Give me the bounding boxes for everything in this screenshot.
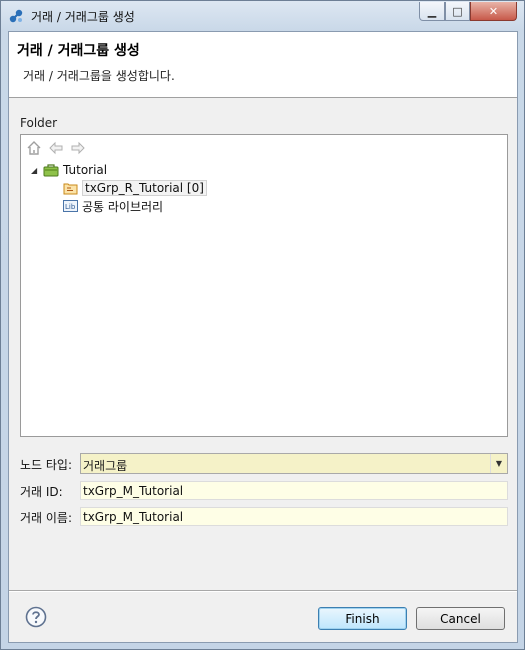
close-button[interactable]: ✕ — [470, 2, 517, 21]
folder-label: Folder — [20, 116, 58, 130]
page-description: 거래 / 거래그룹을 생성합니다. — [23, 69, 175, 83]
minimize-button[interactable]: ▁ — [419, 2, 445, 21]
minimize-icon: ▁ — [427, 4, 437, 18]
collapse-triangle-icon[interactable]: ◢ — [31, 166, 43, 175]
maximize-icon: □ — [452, 4, 463, 18]
back-arrow-icon[interactable] — [48, 140, 64, 156]
project-folder-icon — [43, 164, 59, 177]
tree-node-label: Tutorial — [63, 163, 108, 177]
tree-node-txgrp[interactable]: txGrp_R_Tutorial [0] — [63, 179, 207, 197]
page-title: 거래 / 거래그룹 생성 — [17, 43, 140, 59]
title-bar[interactable]: 거래 / 거래그룹 생성 ▁ □ ✕ — [1, 1, 524, 31]
dialog-header: 거래 / 거래그룹 생성 거래 / 거래그룹을 생성합니다. — [9, 32, 517, 98]
tx-id-input[interactable] — [80, 481, 508, 500]
folder-tree[interactable]: ◢ Tutorial txGrp_R_Tutorial [0] Lib 공통 라… — [20, 134, 508, 437]
maximize-button[interactable]: □ — [445, 2, 470, 21]
window-title: 거래 / 거래그룹 생성 — [31, 10, 135, 24]
close-icon: ✕ — [488, 4, 499, 18]
svg-text:Lib: Lib — [65, 203, 76, 211]
cancel-button[interactable]: Cancel — [416, 607, 505, 630]
node-type-value: 거래그룹 — [83, 459, 128, 473]
tx-name-label: 거래 이름: — [20, 511, 73, 525]
home-icon[interactable] — [26, 140, 42, 156]
dialog-window: 거래 / 거래그룹 생성 ▁ □ ✕ 거래 / 거래그룹 생성 거래 / 거래그… — [0, 0, 525, 650]
forward-arrow-icon[interactable] — [70, 140, 86, 156]
tree-node-tutorial[interactable]: ◢ Tutorial — [31, 161, 107, 179]
help-icon[interactable] — [25, 606, 47, 628]
finish-button[interactable]: Finish — [318, 607, 407, 630]
dialog-client: 거래 / 거래그룹 생성 거래 / 거래그룹을 생성합니다. Folder ◢ — [8, 31, 518, 643]
library-icon: Lib — [63, 200, 78, 212]
footer-divider — [9, 590, 517, 592]
app-icon — [9, 9, 23, 23]
tree-node-label: txGrp_R_Tutorial [0] — [82, 180, 207, 196]
tree-node-library[interactable]: Lib 공통 라이브러리 — [63, 197, 163, 215]
tx-group-icon — [63, 183, 78, 195]
chevron-down-icon[interactable]: ▼ — [490, 454, 507, 473]
tx-id-label: 거래 ID: — [20, 485, 63, 499]
node-type-select[interactable]: 거래그룹 ▼ — [80, 453, 508, 474]
node-type-label: 노드 타입: — [20, 458, 73, 472]
tree-node-label: 공통 라이브러리 — [82, 199, 164, 214]
tx-name-input[interactable] — [80, 507, 508, 526]
